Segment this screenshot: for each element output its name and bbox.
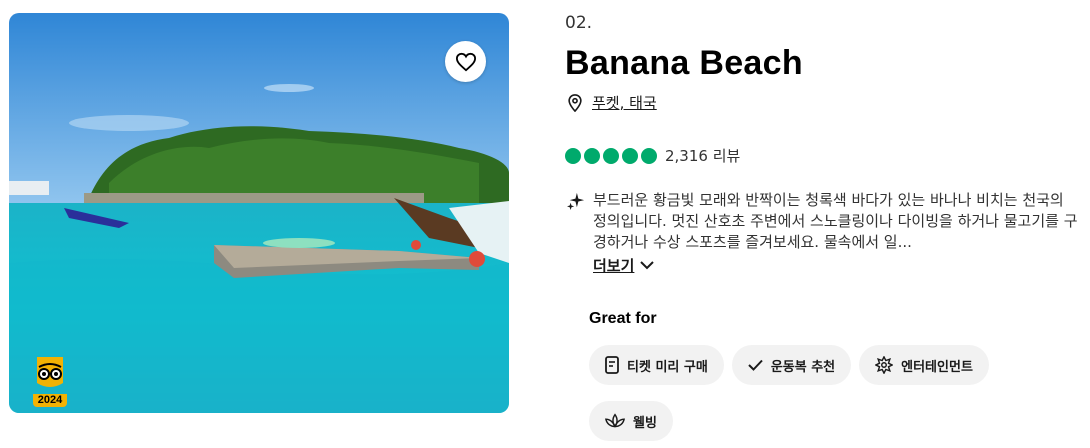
beach-photo-illustration xyxy=(9,13,509,413)
chip-entertainment[interactable]: 엔터테인먼트 xyxy=(859,345,989,385)
great-for-chips: 티켓 미리 구매 운동복 추천 엔터테인먼트 웰빙 xyxy=(589,345,1059,441)
chip-workout-clothes[interactable]: 운동복 추천 xyxy=(731,345,852,385)
check-icon xyxy=(748,359,763,371)
rating-bubble xyxy=(603,147,619,164)
chip-label: 엔터테인먼트 xyxy=(901,359,973,375)
chip-wellness[interactable]: 웰빙 xyxy=(589,401,673,441)
description-text: 부드러운 황금빛 모래와 반짝이는 청록색 바다가 있는 바나나 비치는 천국의… xyxy=(593,191,1078,251)
rating-bubble xyxy=(565,147,581,164)
rating-row[interactable]: 2,316 리뷰 xyxy=(565,145,740,166)
award-year-label: 2024 xyxy=(33,394,67,407)
heart-outline-icon xyxy=(455,52,476,71)
travellers-choice-award-icon xyxy=(37,357,63,387)
read-more-button[interactable]: 더보기 xyxy=(593,255,655,276)
rating-bubble xyxy=(584,147,600,164)
rating-bubbles xyxy=(565,147,657,164)
location-row: 푸켓, 태국 xyxy=(567,92,657,113)
rating-bubble xyxy=(641,147,657,164)
chip-label: 운동복 추천 xyxy=(770,359,836,375)
rating-bubble xyxy=(622,147,638,164)
sparkle-icon xyxy=(567,192,585,210)
chip-label: 티켓 미리 구매 xyxy=(627,359,708,375)
ticket-icon xyxy=(605,356,619,374)
description-block: 부드러운 황금빛 모래와 반짝이는 청록색 바다가 있는 바나나 비치는 천국의… xyxy=(567,190,1079,276)
lotus-icon xyxy=(605,413,625,428)
attraction-photo[interactable]: 2024 xyxy=(9,13,509,413)
location-link[interactable]: 푸켓, 태국 xyxy=(592,92,657,113)
map-pin-icon xyxy=(568,93,582,112)
chip-label: 웰빙 xyxy=(633,415,657,431)
rank-number: 02. xyxy=(565,13,593,33)
chip-ticket[interactable]: 티켓 미리 구매 xyxy=(589,345,724,385)
entertainment-icon xyxy=(875,356,894,374)
attraction-title[interactable]: Banana Beach xyxy=(565,44,803,83)
read-more-label: 더보기 xyxy=(593,257,635,275)
save-heart-button[interactable] xyxy=(445,41,486,82)
great-for-heading: Great for xyxy=(589,310,657,327)
chevron-down-icon xyxy=(640,261,655,270)
travellers-choice-badge: 2024 xyxy=(33,357,67,407)
review-count[interactable]: 2,316 리뷰 xyxy=(665,145,740,166)
